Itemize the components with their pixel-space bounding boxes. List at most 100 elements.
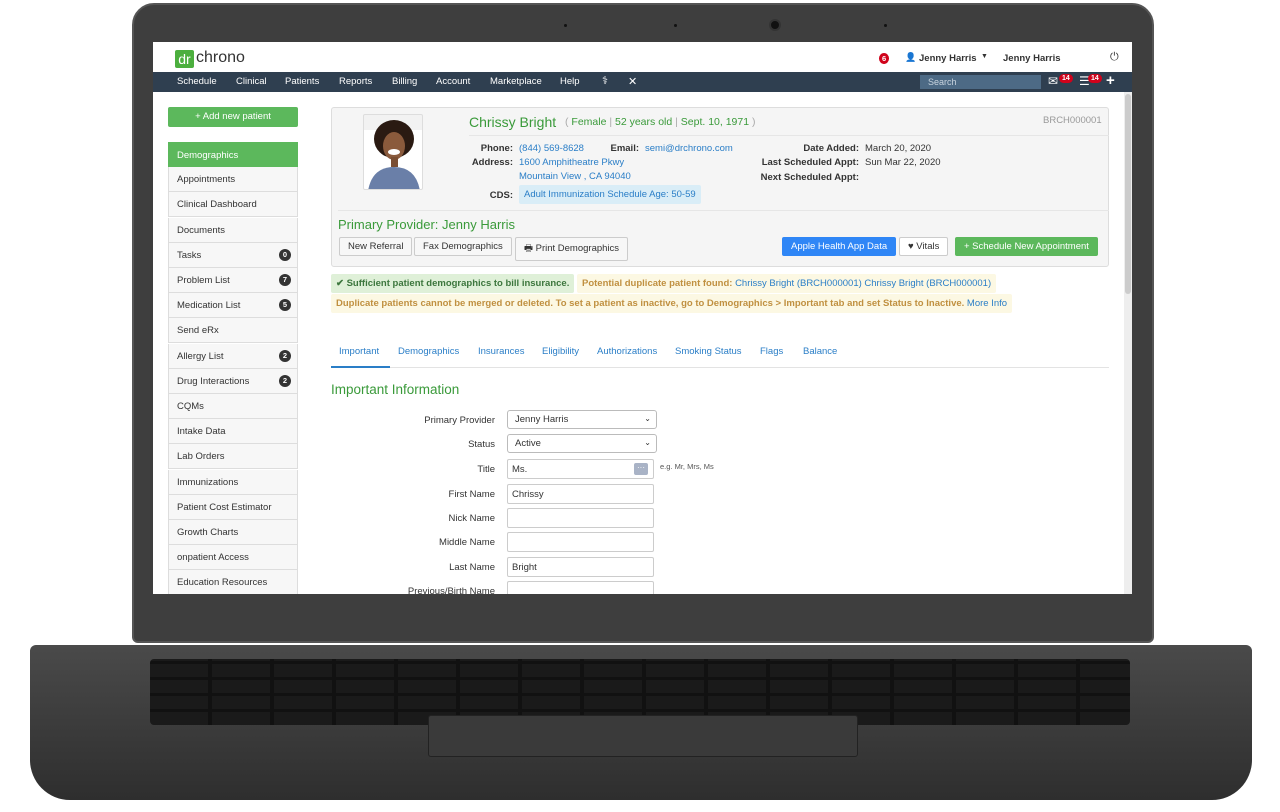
plus-icon[interactable]: + [1106, 72, 1115, 89]
sidebar-item-onpatient-access[interactable]: onpatient Access [168, 545, 298, 571]
mail-icon[interactable]: ✉ [1048, 74, 1058, 88]
sidebar-item-intake-data[interactable]: Intake Data [168, 419, 298, 445]
printer-icon: 🖶 [524, 243, 536, 254]
sidebar-item-medication-list[interactable]: Medication List 5 [168, 293, 298, 319]
nav-billing[interactable]: Billing [392, 76, 417, 87]
title-label: Title [477, 464, 495, 475]
logo[interactable]: dr [175, 50, 194, 68]
scrollbar-thumb[interactable] [1125, 94, 1131, 294]
tab-demographics[interactable]: Demographics [398, 346, 459, 357]
fax-demographics-button[interactable]: Fax Demographics [414, 237, 512, 256]
nav-reports[interactable]: Reports [339, 76, 372, 87]
previous-name-label: Previous/Birth Name [407, 586, 495, 594]
previous-name-input[interactable] [507, 581, 654, 594]
tab-flags[interactable]: Flags [760, 346, 783, 357]
phone-link[interactable]: (844) 569-8628 [519, 143, 584, 154]
middle-name-label: Middle Name [439, 537, 495, 548]
user-icon: 👤 [905, 52, 917, 62]
address-line1[interactable]: 1600 Amphitheatre Pkwy [519, 157, 624, 168]
sidebar-item-growth-charts[interactable]: Growth Charts [168, 520, 298, 545]
sidebar-item-allergy-list[interactable]: Allergy List 2 [168, 343, 298, 369]
section-heading: Important Information [331, 382, 460, 397]
first-name-input[interactable]: Chrissy [507, 484, 654, 504]
print-demographics-button[interactable]: 🖶 Print Demographics [515, 237, 629, 261]
sidebar-item-label: Demographics [177, 150, 239, 161]
nav-patients[interactable]: Patients [285, 76, 319, 87]
last-name-input[interactable]: Bright [507, 557, 654, 577]
caduceus-icon[interactable]: ⚕ [602, 74, 608, 87]
user-name[interactable]: Jenny Harris [1003, 53, 1061, 64]
patient-age: 52 years old [615, 116, 673, 128]
address-label: Address: [471, 157, 513, 168]
tab-authorizations[interactable]: Authorizations [597, 346, 657, 357]
sidebar-item-send-erx[interactable]: Send eRx [168, 318, 298, 344]
sidebar-item-demographics[interactable]: Demographics [168, 142, 298, 167]
sidebar-item-documents[interactable]: Documents [168, 217, 298, 243]
main-nav: Schedule Clinical Patients Reports Billi… [153, 72, 1132, 92]
sidebar-item-problem-list[interactable]: Problem List 7 [168, 268, 298, 293]
sidebar-item-education-resources[interactable]: Education Resources [168, 570, 298, 594]
user-menu[interactable]: Jenny Harris [919, 53, 977, 64]
more-options-icon[interactable]: ··· [634, 463, 648, 475]
nav-account[interactable]: Account [436, 76, 470, 87]
duplicate-links[interactable]: Chrissy Bright (BRCH000001) Chrissy Brig… [735, 278, 991, 289]
schedule-appointment-button[interactable]: + Schedule New Appointment [955, 237, 1098, 256]
vitals-button[interactable]: ♥ Vitals [899, 237, 949, 256]
primary-provider-select[interactable]: Jenny Harris ⌄ [507, 410, 657, 429]
tab-smoking-status[interactable]: Smoking Status [675, 346, 742, 357]
sidebar-item-clinical-dashboard[interactable]: Clinical Dashboard [168, 192, 298, 218]
search-input[interactable]: Search [920, 75, 1041, 89]
close-icon[interactable]: ✕ [628, 75, 637, 88]
tab-balance[interactable]: Balance [803, 346, 837, 357]
nav-clinical[interactable]: Clinical [236, 76, 267, 87]
sidebar-item-tasks[interactable]: Tasks 0 [168, 242, 298, 268]
sidebar-item-drug-interactions[interactable]: Drug Interactions 2 [168, 368, 298, 394]
status-select[interactable]: Active ⌄ [507, 434, 657, 453]
tab-eligibility[interactable]: Eligibility [542, 346, 579, 357]
sidebar-item-appointments[interactable]: Appointments [168, 167, 298, 193]
sidebar-item-label: Appointments [177, 174, 236, 186]
sidebar-item-patient-cost-estimator[interactable]: Patient Cost Estimator [168, 494, 298, 520]
apple-health-button[interactable]: Apple Health App Data [782, 237, 897, 256]
last-appt: Sun Mar 22, 2020 [865, 157, 941, 168]
nav-marketplace[interactable]: Marketplace [490, 76, 542, 87]
screen: dr chrono 6 👤 Jenny Harris ▼ Jenny Harri… [153, 42, 1132, 594]
count-badge: 0 [279, 248, 291, 261]
primary-provider-value: Jenny Harris [515, 414, 569, 425]
new-referral-button[interactable]: New Referral [339, 237, 413, 256]
more-info-link[interactable]: More Info [967, 298, 1007, 309]
sidebar-item-label: Allergy List [177, 350, 224, 362]
nick-name-input[interactable] [507, 508, 654, 528]
chart-id: BRCH000001 [1043, 115, 1102, 126]
notification-badge[interactable]: 6 [879, 53, 890, 64]
title-input[interactable]: Ms. [507, 459, 654, 479]
patient-name: Chrissy Bright [469, 114, 557, 130]
middle-name-input[interactable] [507, 532, 654, 552]
sidebar-item-immunizations[interactable]: Immunizations [168, 469, 298, 495]
primary-provider-label: Primary Provider [424, 415, 495, 426]
address-line2[interactable]: Mountain View , CA 94040 [519, 171, 631, 182]
cds-alert[interactable]: Adult Immunization Schedule Age: 50-59 [519, 185, 701, 204]
nav-schedule[interactable]: Schedule [177, 76, 217, 87]
sensor [564, 24, 567, 27]
count-badge: 5 [279, 299, 291, 312]
chevron-down-icon: ⌄ [644, 438, 651, 447]
scrollbar[interactable] [1124, 92, 1132, 594]
nav-help[interactable]: Help [560, 76, 580, 87]
sidebar-item-lab-orders[interactable]: Lab Orders [168, 444, 298, 470]
nick-name-label: Nick Name [448, 513, 495, 524]
active-tab-indicator [331, 366, 390, 368]
sidebar-item-label: Intake Data [177, 426, 226, 438]
tab-insurances[interactable]: Insurances [478, 346, 524, 357]
sidebar-item-label: Growth Charts [177, 527, 239, 538]
insurance-alert: ✔ Sufficient patient demographics to bil… [331, 274, 575, 293]
trackpad [428, 715, 858, 757]
sensor [674, 24, 677, 27]
laptop-base [30, 645, 1252, 800]
sensor [884, 24, 887, 27]
add-new-patient-button[interactable]: + Add new patient [168, 107, 298, 127]
tab-important[interactable]: Important [339, 346, 379, 357]
power-icon[interactable]: ⏻ [1110, 51, 1119, 64]
sidebar-item-cqms[interactable]: CQMs [168, 394, 298, 419]
patient-gender: Female [571, 116, 607, 128]
